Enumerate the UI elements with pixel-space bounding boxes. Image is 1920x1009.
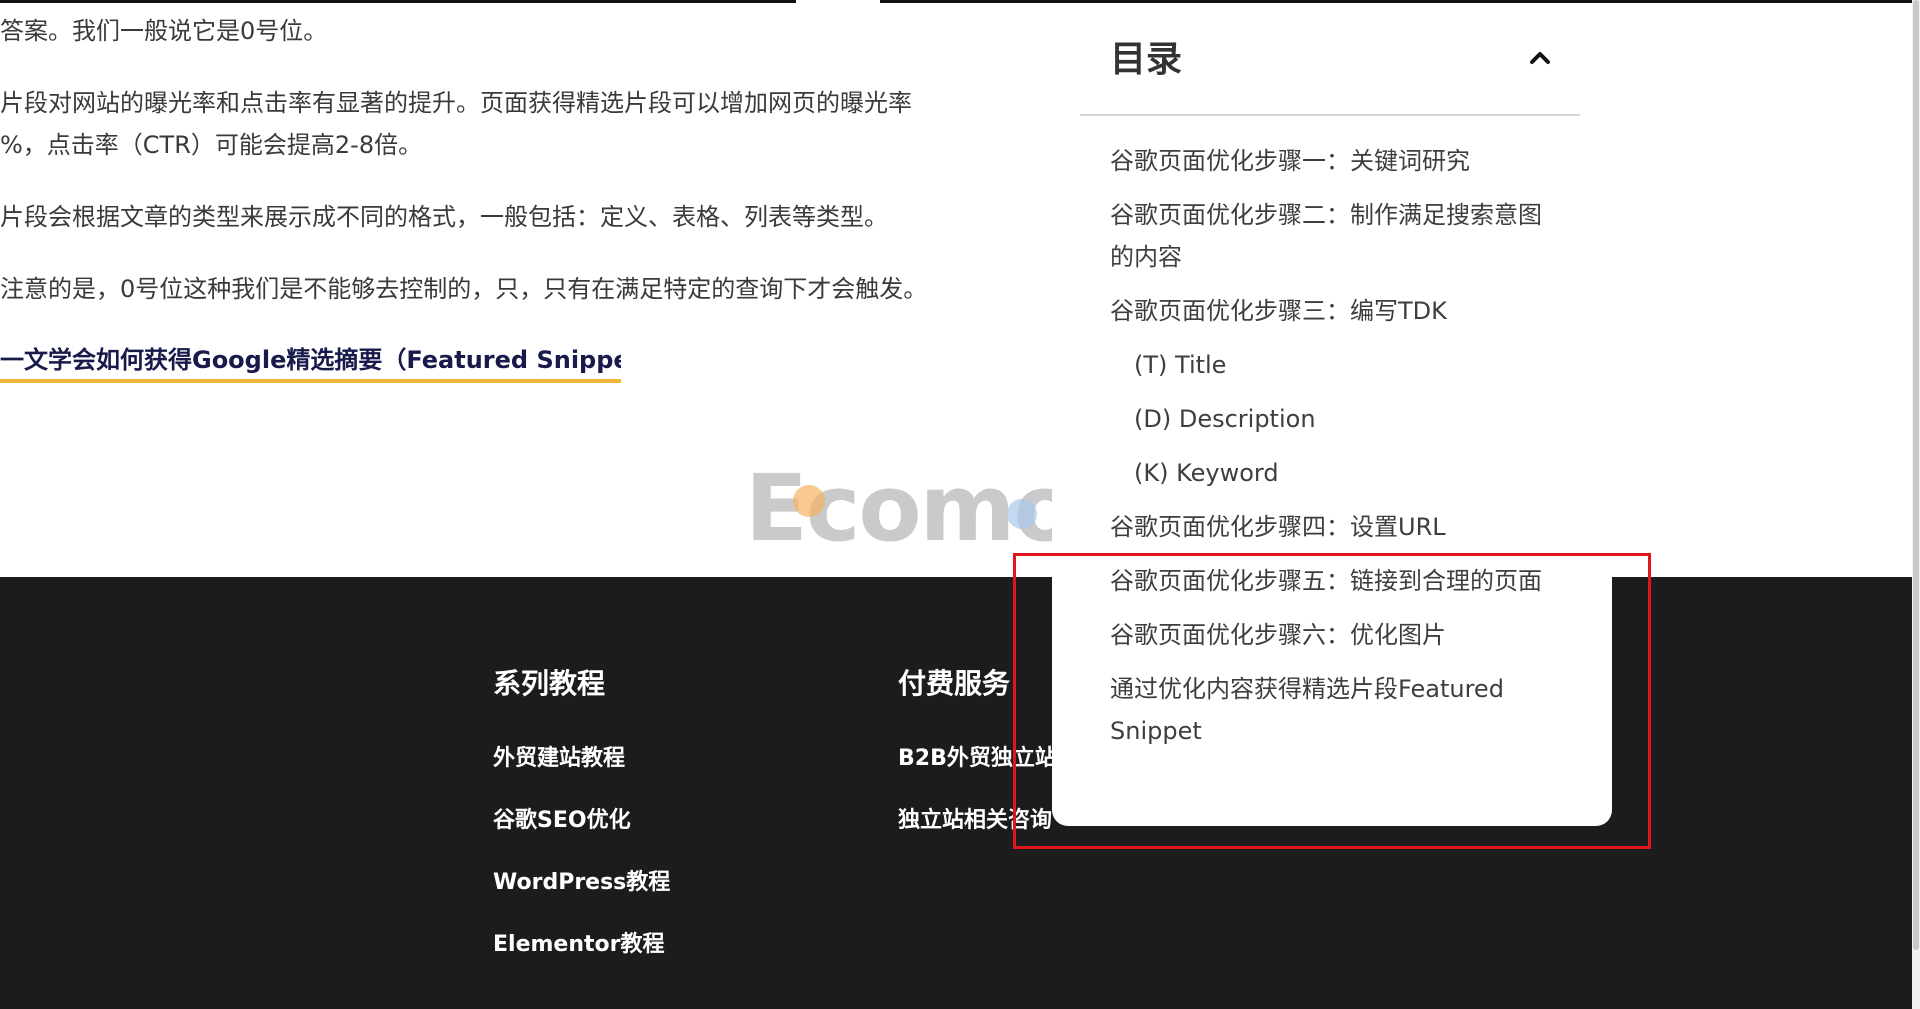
footer-link[interactable]: WordPress教程 bbox=[493, 864, 670, 926]
highlight-annotation-box bbox=[1013, 553, 1651, 849]
toc-title: 目录 bbox=[1110, 39, 1183, 80]
toc-item-step-1[interactable]: 谷歌页面优化步骤一：关键词研究 bbox=[1110, 140, 1550, 182]
footer-link[interactable]: 谷歌SEO优化 bbox=[493, 802, 670, 864]
toc-collapse-button[interactable] bbox=[1520, 38, 1560, 78]
toc-item-step-4[interactable]: 谷歌页面优化步骤四：设置URL bbox=[1110, 506, 1550, 548]
article-paragraph: 片段会根据文章的类型来展示成不同的格式，一般包括：定义、表格、列表等类型。 bbox=[0, 203, 888, 231]
chevron-up-icon bbox=[1530, 52, 1550, 64]
article-paragraph: %，点击率（CTR）可能会提高2-8倍。 bbox=[0, 131, 423, 159]
watermark-orange-dot bbox=[793, 485, 825, 517]
article-paragraph: 注意的是，0号位这种我们是不能够去控制的，只，只有在满足特定的查询下才会触发。 bbox=[0, 275, 928, 303]
article-paragraph: 片段对网站的曝光率和点击率有显著的提升。页面获得精选片段可以增加网页的曝光率 bbox=[0, 89, 912, 117]
related-article-link[interactable]: 一文学会如何获得Google精选摘要（Featured Snippets) bbox=[0, 340, 621, 383]
scrollbar-thumb[interactable] bbox=[1913, 0, 1919, 950]
footer-link[interactable]: 外贸建站教程 bbox=[493, 740, 670, 802]
toc-item-title[interactable]: (T) Title bbox=[1110, 344, 1550, 386]
toc-item-description[interactable]: (D) Description bbox=[1110, 398, 1550, 440]
toc-item-step-3[interactable]: 谷歌页面优化步骤三：编写TDK bbox=[1110, 290, 1550, 332]
top-divider-right bbox=[880, 0, 1920, 3]
watermark-blue-dot bbox=[1007, 499, 1037, 529]
footer-link[interactable]: Elementor教程 bbox=[493, 926, 670, 988]
toc-item-step-2[interactable]: 谷歌页面优化步骤二：制作满足搜索意图的内容 bbox=[1110, 194, 1550, 278]
top-divider-left bbox=[0, 0, 796, 3]
toc-item-keyword[interactable]: (K) Keyword bbox=[1110, 452, 1550, 494]
footer-column-tutorials: 系列教程 外贸建站教程 谷歌SEO优化 WordPress教程 Elemento… bbox=[493, 662, 670, 988]
article-paragraph: 答案。我们一般说它是0号位。 bbox=[0, 17, 328, 45]
footer-heading: 系列教程 bbox=[493, 667, 606, 700]
